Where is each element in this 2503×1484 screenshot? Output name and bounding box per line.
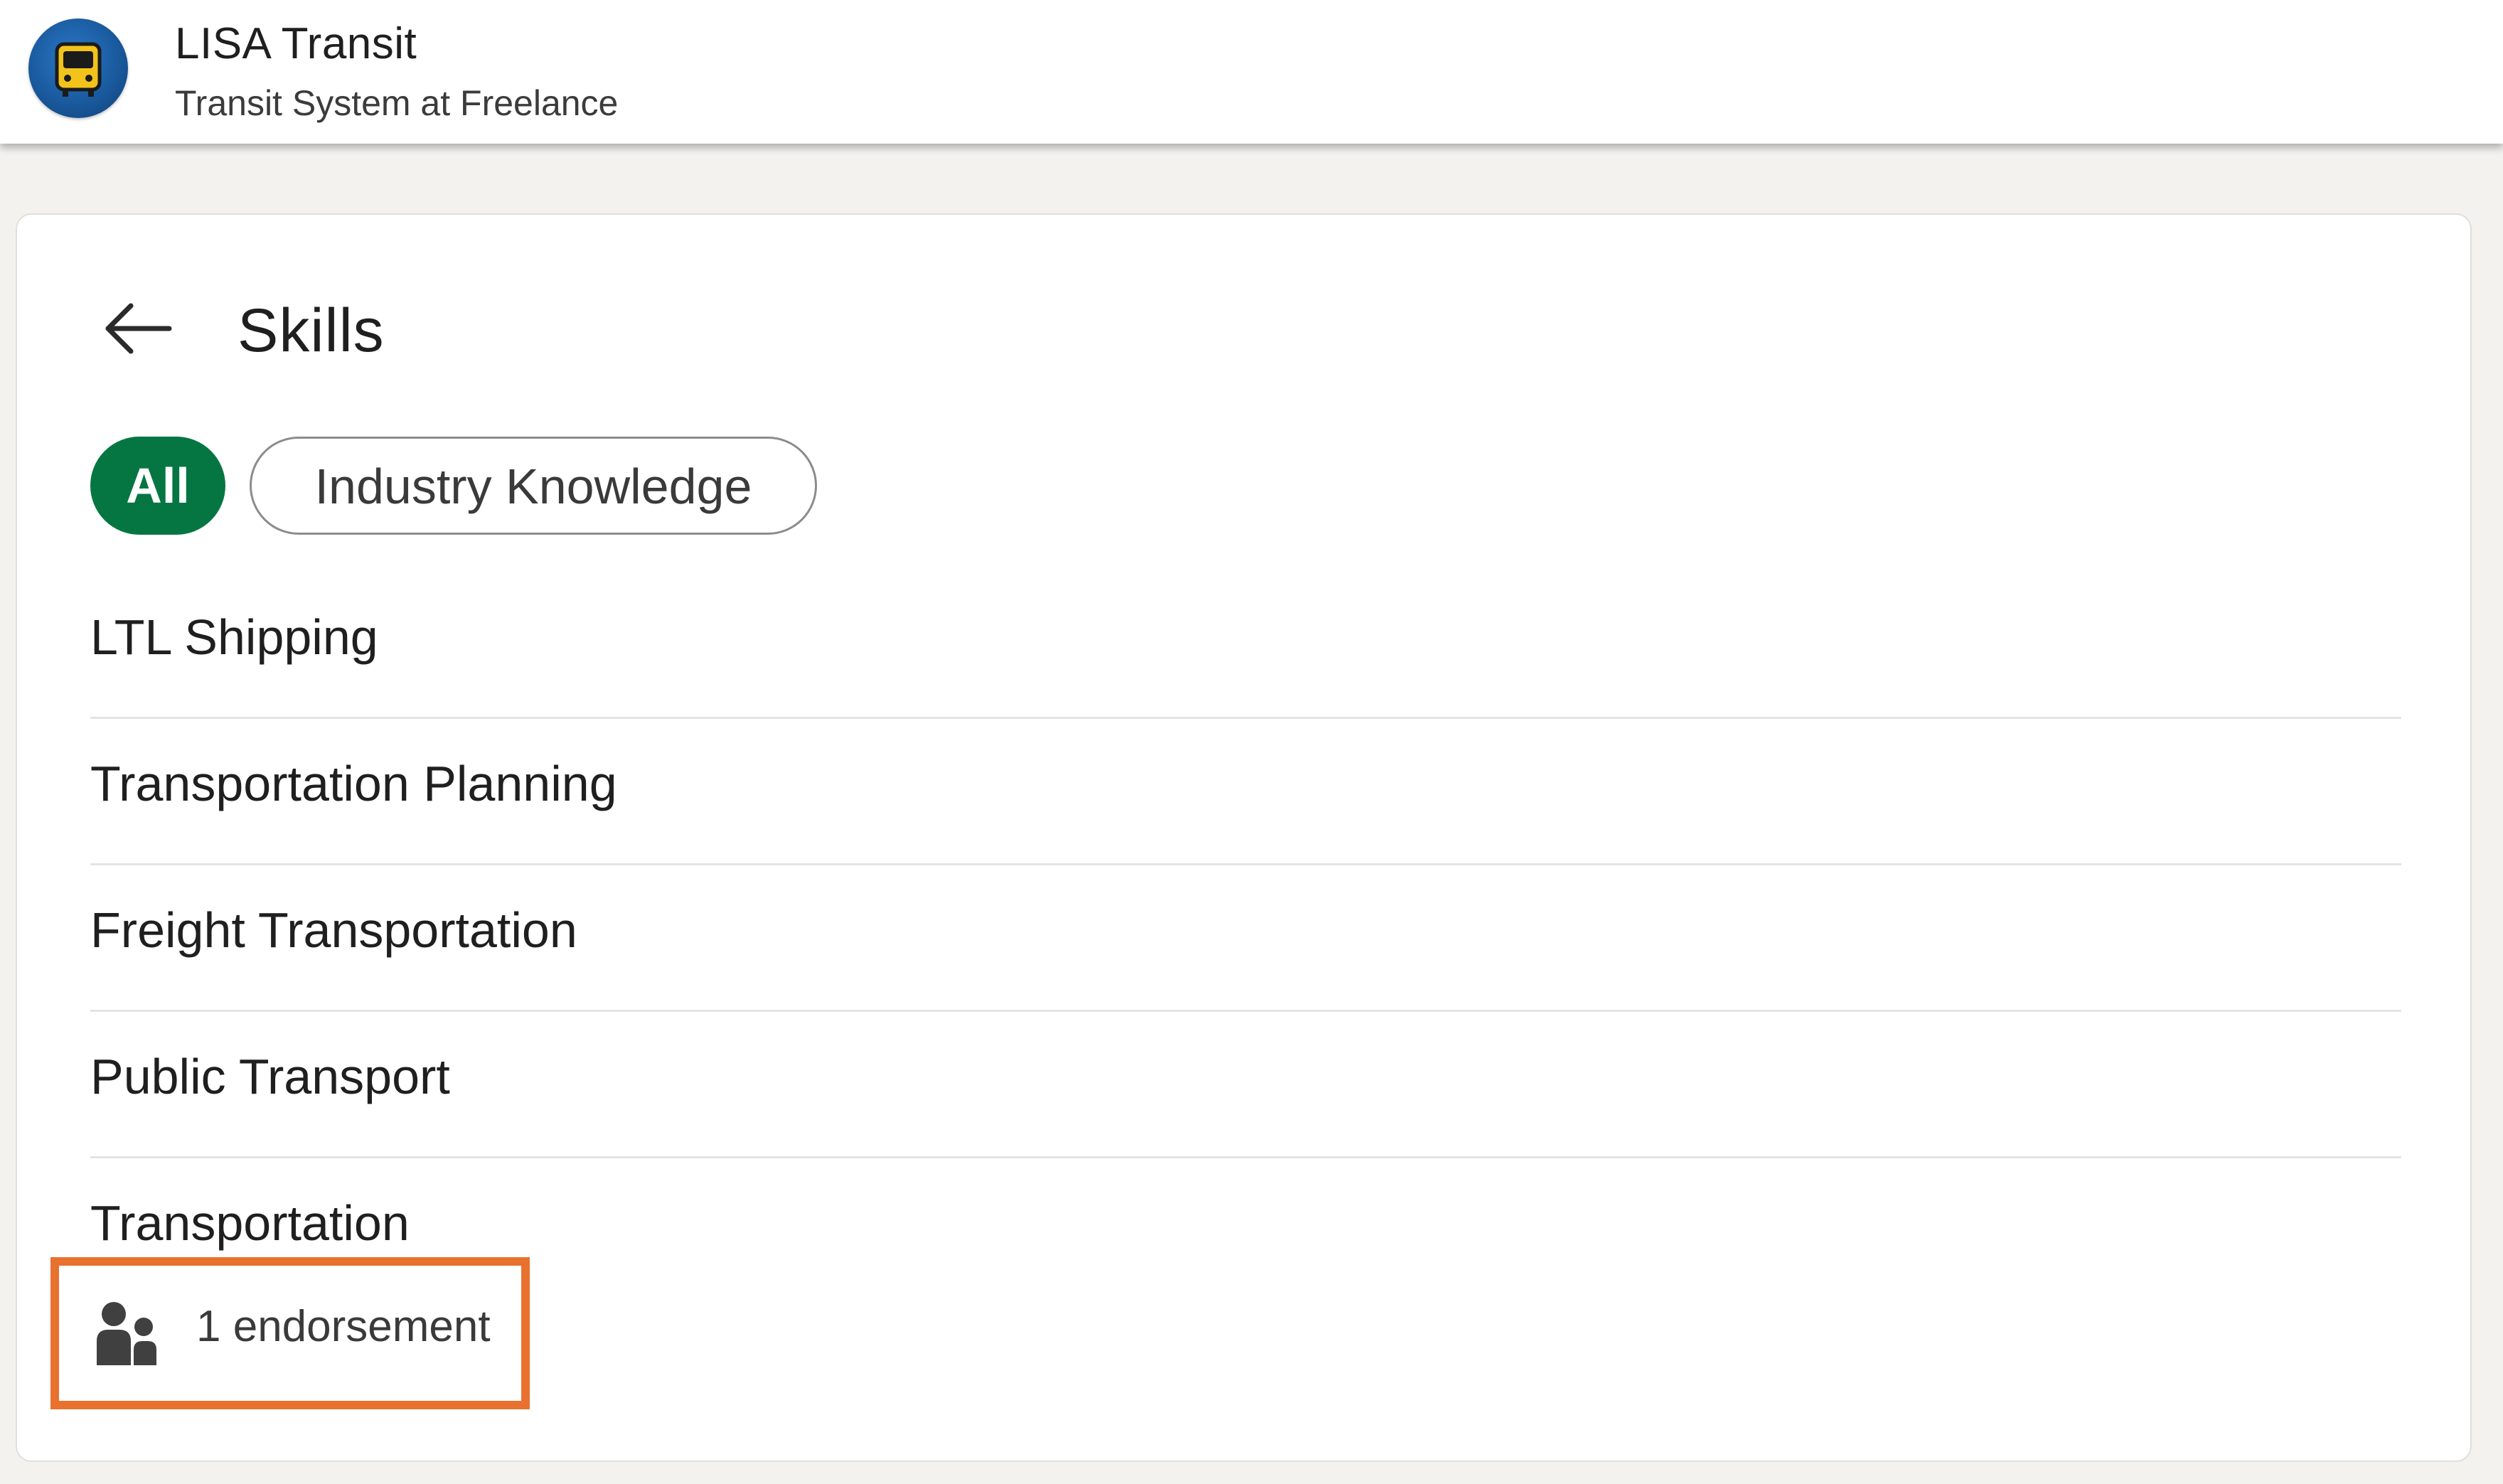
skill-name[interactable]: Transportation xyxy=(90,1195,410,1251)
skill-row: Public Transport xyxy=(90,1048,2401,1197)
filter-pill-all[interactable]: All xyxy=(90,437,225,535)
back-button[interactable] xyxy=(88,293,181,378)
skill-name[interactable]: Public Transport xyxy=(90,1048,450,1105)
divider xyxy=(90,717,2401,719)
company-name[interactable]: LISA Transit xyxy=(175,18,417,69)
company-subtitle: Transit System at Freelance xyxy=(175,83,619,123)
arrow-left-icon xyxy=(105,303,172,354)
endorsement-count[interactable]: 1 endorsement xyxy=(196,1301,491,1352)
divider xyxy=(90,1156,2401,1158)
skills-card: Skills All Industry Knowledge LTL Shippi… xyxy=(16,213,2472,1462)
skill-row: LTL Shipping xyxy=(90,609,2401,758)
skill-name[interactable]: Freight Transportation xyxy=(90,902,577,959)
divider xyxy=(90,1010,2401,1012)
skill-name[interactable]: Transportation Planning xyxy=(90,755,617,812)
page-title: Skills xyxy=(238,297,385,365)
transit-bus-logo-icon[interactable] xyxy=(28,18,128,118)
top-header: LISA Transit Transit System at Freelance xyxy=(0,0,2503,144)
skill-row: Transportation Planning xyxy=(90,755,2401,904)
skill-name[interactable]: LTL Shipping xyxy=(90,609,378,666)
filter-pill-industry-knowledge[interactable]: Industry Knowledge xyxy=(250,437,817,535)
divider xyxy=(90,863,2401,865)
skill-row: Transportation xyxy=(90,1195,2401,1259)
skill-row: Freight Transportation xyxy=(90,902,2401,1051)
people-icon xyxy=(97,1302,156,1365)
